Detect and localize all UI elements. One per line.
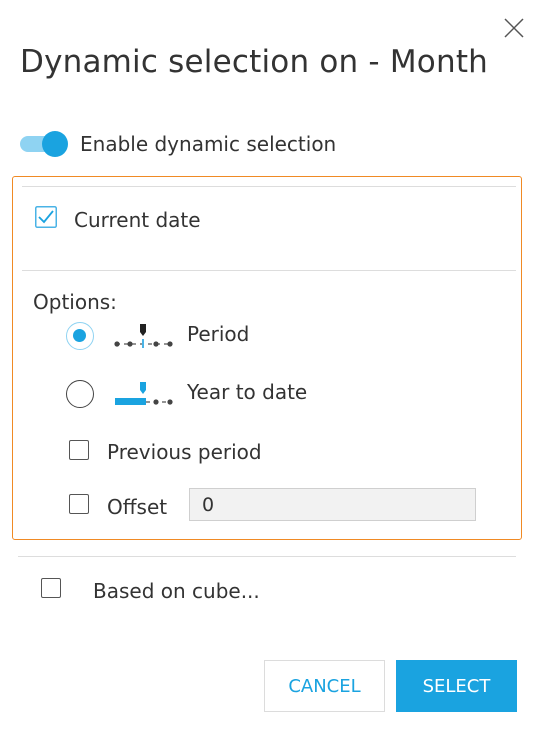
period-timeline-icon: [114, 324, 173, 348]
divider: [22, 186, 516, 187]
close-icon[interactable]: [500, 14, 528, 42]
based-on-cube-label: Based on cube...: [93, 579, 260, 603]
offset-checkbox[interactable]: [69, 494, 89, 514]
divider: [22, 270, 516, 271]
current-date-label: Current date: [74, 208, 201, 232]
dynamic-selection-toggle[interactable]: [20, 131, 70, 157]
radio-dot: [73, 329, 86, 342]
period-label: Period: [187, 322, 250, 346]
offset-input[interactable]: [189, 488, 476, 521]
checkmark-icon: [35, 206, 57, 228]
options-heading: Options:: [33, 290, 117, 314]
period-radio[interactable]: [66, 322, 94, 350]
cancel-button[interactable]: CANCEL: [264, 660, 385, 712]
dialog-title: Dynamic selection on - Month: [20, 44, 489, 80]
select-button[interactable]: SELECT: [396, 660, 517, 712]
toggle-knob: [42, 131, 68, 157]
year-to-date-label: Year to date: [187, 380, 308, 404]
based-on-cube-checkbox[interactable]: [41, 578, 61, 598]
current-date-checkbox[interactable]: [35, 206, 57, 228]
year-to-date-radio[interactable]: [66, 380, 94, 408]
toggle-label: Enable dynamic selection: [80, 132, 337, 156]
previous-period-label: Previous period: [107, 440, 262, 464]
previous-period-checkbox[interactable]: [69, 440, 89, 460]
divider: [18, 556, 516, 557]
close-button[interactable]: [500, 14, 528, 42]
year-to-date-timeline-icon: [115, 382, 173, 405]
offset-label: Offset: [107, 495, 168, 519]
